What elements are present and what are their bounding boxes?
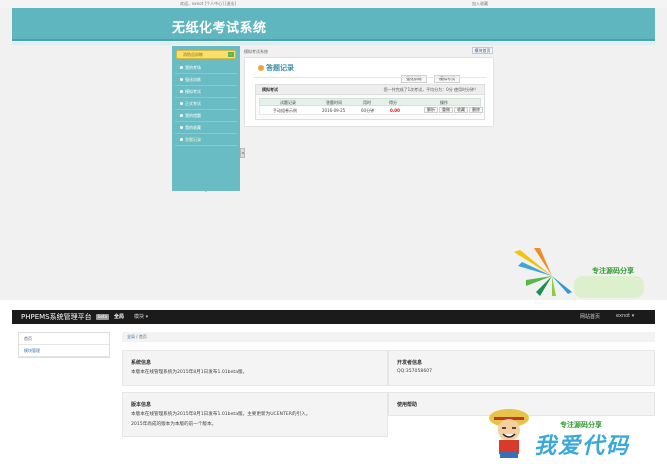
record-score: 0.00 <box>390 108 400 113</box>
sidebar-item-favorites[interactable]: 我的收藏 <box>175 122 237 134</box>
beta-badge: beta <box>96 314 110 320</box>
sidebar-menu: 我的考场 强化训练 模拟考试 正式考试 我的错题 我的收藏 答题记录 <box>175 62 237 146</box>
sidebar-item-label: 强化训练 <box>185 77 201 82</box>
records-header: 模拟考试 您一共完成了1次考试，平均分为：0分 使用时分钟？ <box>256 85 484 95</box>
card-title: 使用帮助 <box>397 402 418 408</box>
blurred-area <box>574 276 644 298</box>
card-text: 2015年尚成的版本为本版的前一个版本。 <box>131 422 217 427</box>
exam-system-page: 欢迎，exnot [个人中心] [退出] 加入收藏 无纸化考试系统 消防员训练 … <box>0 0 667 300</box>
record-duration: 60分钟 <box>361 108 375 113</box>
card-text: 本版本在线管理系统为2015年8月1日发布1.01beta版。主要更新为UCEN… <box>131 412 311 417</box>
bullet-icon <box>180 90 183 93</box>
breadcrumb[interactable]: 模拟考试系统 <box>244 49 268 55</box>
card-title: 版本信息 <box>131 402 152 408</box>
developer-info-card: 开发者信息 QQ:357058607 <box>388 350 655 386</box>
card-title: 系统信息 <box>131 360 152 366</box>
sidebar-item-label: 我的收藏 <box>185 125 201 130</box>
watermark-burst-icon <box>514 248 572 296</box>
redo-button[interactable]: 重做 <box>439 107 453 113</box>
user-links[interactable]: 欢迎，exnot [个人中心] [退出] <box>180 1 236 7</box>
sidebar-item-answer-records[interactable]: 答题记录 <box>175 134 237 146</box>
analyze-button[interactable]: 解析 <box>424 107 438 113</box>
bullet-icon <box>180 78 183 81</box>
sidebar-item-label: 答题记录 <box>185 137 201 142</box>
exam-topbar: 欢迎，exnot [个人中心] [退出] 加入收藏 <box>0 0 667 8</box>
records-box: 模拟考试 您一共完成了1次考试，平均分为：0分 使用时分钟？ 试题记录 答题时间… <box>255 84 485 120</box>
breadcrumb-global[interactable]: 全局 <box>127 334 135 339</box>
subject-label: 消防员训练 <box>183 52 203 57</box>
bullet-icon <box>180 114 183 117</box>
mascot-icon <box>489 409 529 458</box>
stats-summary: 您一共完成了1次考试，平均分为：0分 使用时分钟？ <box>383 87 478 92</box>
sidebar-item-label: 正式考试 <box>185 101 201 106</box>
user-name: exnot <box>616 313 631 319</box>
clock-icon <box>258 65 264 71</box>
user-menu[interactable]: exnot ▾ <box>616 313 634 319</box>
delete-button[interactable]: 删除 <box>469 107 483 113</box>
module-home-button[interactable]: 模块首页 <box>472 47 493 54</box>
exam-header: 无纸化考试系统 <box>12 8 655 41</box>
screenshot-root: 欢迎，exnot [个人中心] [退出] 加入收藏 无纸化考试系统 消防员训练 … <box>0 0 667 464</box>
system-info-card: 系统信息 本版本在线管理系统为2015年8月1日发布1.01beta版。 <box>122 350 388 386</box>
bullet-icon <box>180 66 183 69</box>
bullet-icon <box>180 126 183 129</box>
breadcrumb: 全局 / 首页 <box>122 332 655 342</box>
collapse-icon[interactable]: - <box>228 52 234 57</box>
sidebar-item-label: 我的错题 <box>185 113 201 118</box>
sidebar-item-home[interactable]: 首页 <box>19 333 109 345</box>
favorite-button[interactable]: 收藏 <box>454 107 468 113</box>
table-header: 试题记录 答题时间 用时 得分 操作 <box>259 98 481 106</box>
panel-title: 答题记录 <box>266 64 294 72</box>
nav-site-home[interactable]: 网站首页 <box>580 313 600 320</box>
record-actions: 解析 重做 收藏 删除 <box>424 107 484 113</box>
sidebar-item-module-manage[interactable]: 模块管理 <box>19 345 109 357</box>
sidebar-item-label: 模拟考试 <box>185 89 201 94</box>
card-title: 开发者信息 <box>397 360 423 366</box>
table-row: 手动组卷示例 2016-09-25 60分钟 0.00 解析 重做 收藏 删除 <box>259 106 484 115</box>
sidebar-item-my-exam[interactable]: 我的考场 <box>175 62 237 74</box>
divider <box>253 77 487 78</box>
nav-modules[interactable]: 模块 ▾ <box>134 313 148 320</box>
records-table: 试题记录 答题时间 用时 得分 操作 手动组卷示例 2016-09-25 60分… <box>259 98 484 115</box>
sidebar-item-mock-exam[interactable]: 模拟考试 <box>175 86 237 98</box>
record-name: 手动组卷示例 <box>273 108 297 113</box>
sidebar-item-wrong-questions[interactable]: 我的错题 <box>175 110 237 122</box>
bookmark-link[interactable]: 加入收藏 <box>472 1 488 7</box>
sidebar-item-training[interactable]: 强化训练 <box>175 74 237 86</box>
record-time: 2016-09-25 <box>322 108 346 113</box>
watermark-logo-text: 我爱代码 <box>534 434 631 459</box>
admin-sidebar: 首页 模块管理 <box>18 332 110 358</box>
bullet-icon <box>180 138 183 141</box>
admin-navbar: PHPEMS系统管理平台 beta 全局 模块 ▾ 网站首页 exnot ▾ <box>12 310 655 324</box>
brand-title[interactable]: PHPEMS系统管理平台 <box>21 312 92 322</box>
card-text: QQ:357058607 <box>397 369 433 374</box>
answer-records-panel: 答题记录 强化训练 模拟考试 正式考试 模拟考试 您一共完成了1次考试，平均分为… <box>244 57 494 127</box>
exam-type-tabs: 强化训练 模拟考试 正式考试 <box>399 65 493 102</box>
mode-name: 模拟考试 <box>262 87 278 92</box>
sidebar-collapse-handle[interactable]: ◂ <box>240 148 245 158</box>
sidebar-item-formal-exam[interactable]: 正式考试 <box>175 98 237 110</box>
page-title: 无纸化考试系统 <box>172 21 267 36</box>
nav-modules-label: 模块 <box>134 314 145 320</box>
subject-selector[interactable]: 消防员训练 - <box>176 50 236 59</box>
breadcrumb-current: 首页 <box>138 334 147 339</box>
watermark-text: 专注源码分享 <box>592 267 634 275</box>
sidebar-item-label: 我的考场 <box>185 65 201 70</box>
card-text: 本版本在线管理系统为2015年8月1日发布1.01beta版。 <box>131 370 248 375</box>
bullet-icon <box>180 102 183 105</box>
header-band <box>12 42 655 45</box>
nav-global[interactable]: 全局 <box>114 313 124 320</box>
version-info-card: 版本信息 本版本在线管理系统为2015年8月1日发布1.01beta版。主要更新… <box>122 392 388 437</box>
